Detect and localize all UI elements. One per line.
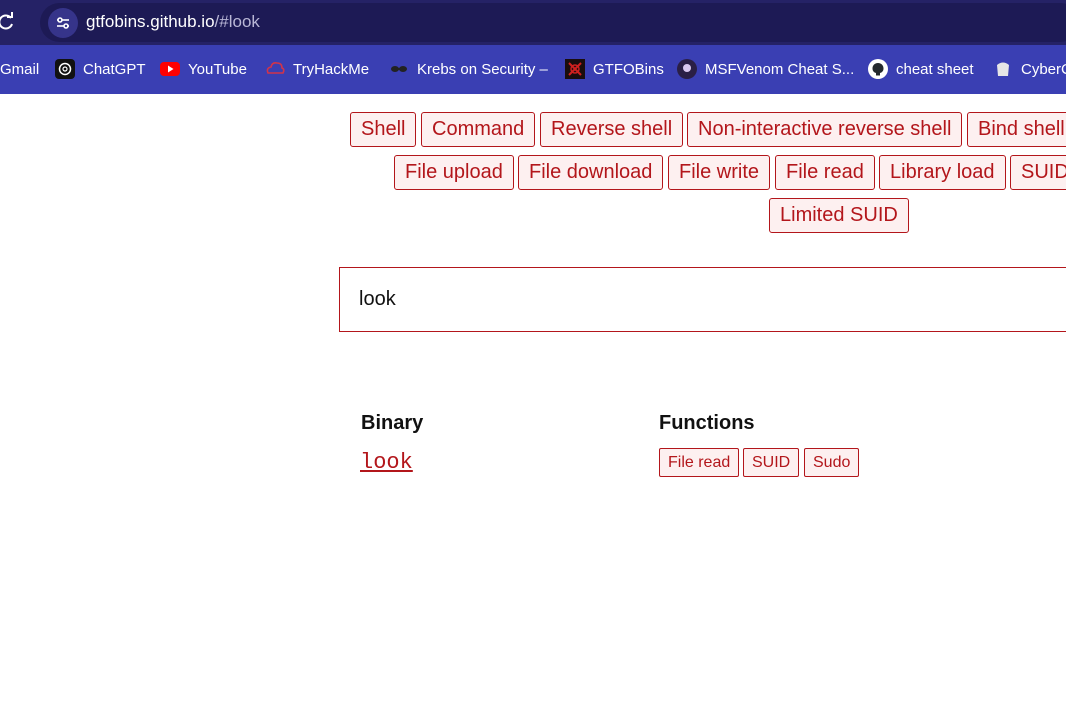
krebs-icon [389, 59, 409, 79]
bookmark-label: MSFVenom Cheat S... [705, 60, 855, 78]
bookmark-cyberc[interactable]: CyberC [993, 57, 1066, 81]
bookmark-label: ChatGPT [83, 60, 146, 78]
function-tag-file-read[interactable]: File read [659, 448, 740, 477]
address-bar[interactable]: gtfobins.github.io/#look [40, 3, 1066, 42]
bookmark-msfvenom[interactable]: MSFVenom Cheat S... [677, 57, 854, 81]
url-host: gtfobins.github.io [86, 12, 215, 31]
page-content: Shell Command Reverse shell Non-interact… [0, 94, 1066, 722]
bookmark-label: CyberC [1021, 60, 1066, 78]
chatgpt-icon [55, 59, 75, 79]
bookmark-chatgpt[interactable]: ChatGPT [55, 57, 146, 81]
filter-file-read[interactable]: File read [775, 155, 875, 190]
column-header-functions: Functions [659, 412, 755, 434]
reload-icon[interactable] [0, 12, 16, 32]
filter-file-write[interactable]: File write [668, 155, 771, 190]
function-tag-suid[interactable]: SUID [743, 448, 800, 477]
msfvenom-icon [677, 59, 697, 79]
url-path: /#look [214, 12, 260, 31]
gtfobins-icon [565, 59, 585, 79]
filter-reverse-shell[interactable]: Reverse shell [540, 112, 684, 147]
search-input[interactable] [339, 267, 1066, 332]
bookmarks-bar: Gmail ChatGPT YouTube TryHackMe Krebs on… [0, 45, 1066, 94]
bookmark-label: Gmail [0, 60, 40, 78]
bookmark-youtube[interactable]: YouTube [160, 57, 247, 81]
filter-suid[interactable]: SUID [1010, 155, 1066, 190]
browser-toolbar: gtfobins.github.io/#look [0, 0, 1066, 45]
tryhackme-icon [265, 59, 285, 79]
bookmark-tryhackme[interactable]: TryHackMe [265, 57, 369, 81]
bookmark-label: Krebs on Security – [417, 60, 548, 78]
bookmark-label: YouTube [188, 60, 247, 78]
bookmark-label: cheat sheet [896, 60, 974, 78]
filter-library-load[interactable]: Library load [879, 155, 1006, 190]
filter-command[interactable]: Command [421, 112, 536, 147]
youtube-icon [160, 59, 180, 79]
filter-bind-shell[interactable]: Bind shell [967, 112, 1066, 147]
cyberc-icon [993, 59, 1013, 79]
github-icon [868, 59, 888, 79]
bookmark-label: TryHackMe [293, 60, 370, 78]
bookmark-label: GTFOBins [593, 60, 664, 78]
column-header-binary: Binary [361, 412, 424, 434]
bookmark-krebs[interactable]: Krebs on Security – [389, 57, 548, 81]
filter-non-interactive-reverse-shell[interactable]: Non-interactive reverse shell [687, 112, 963, 147]
binary-link-look[interactable]: look [360, 450, 413, 475]
function-tag-sudo[interactable]: Sudo [804, 448, 860, 477]
filter-file-upload[interactable]: File upload [394, 155, 514, 190]
site-settings-icon[interactable] [48, 8, 78, 38]
bookmark-gmail[interactable]: Gmail [0, 57, 39, 81]
filter-limited-suid[interactable]: Limited SUID [769, 198, 909, 233]
url-text[interactable]: gtfobins.github.io/#look [86, 12, 260, 32]
filter-file-download[interactable]: File download [518, 155, 664, 190]
bookmark-cheat-sheet[interactable]: cheat sheet [868, 57, 974, 81]
bookmark-gtfobins[interactable]: GTFOBins [565, 57, 664, 81]
filter-shell[interactable]: Shell [350, 112, 417, 147]
